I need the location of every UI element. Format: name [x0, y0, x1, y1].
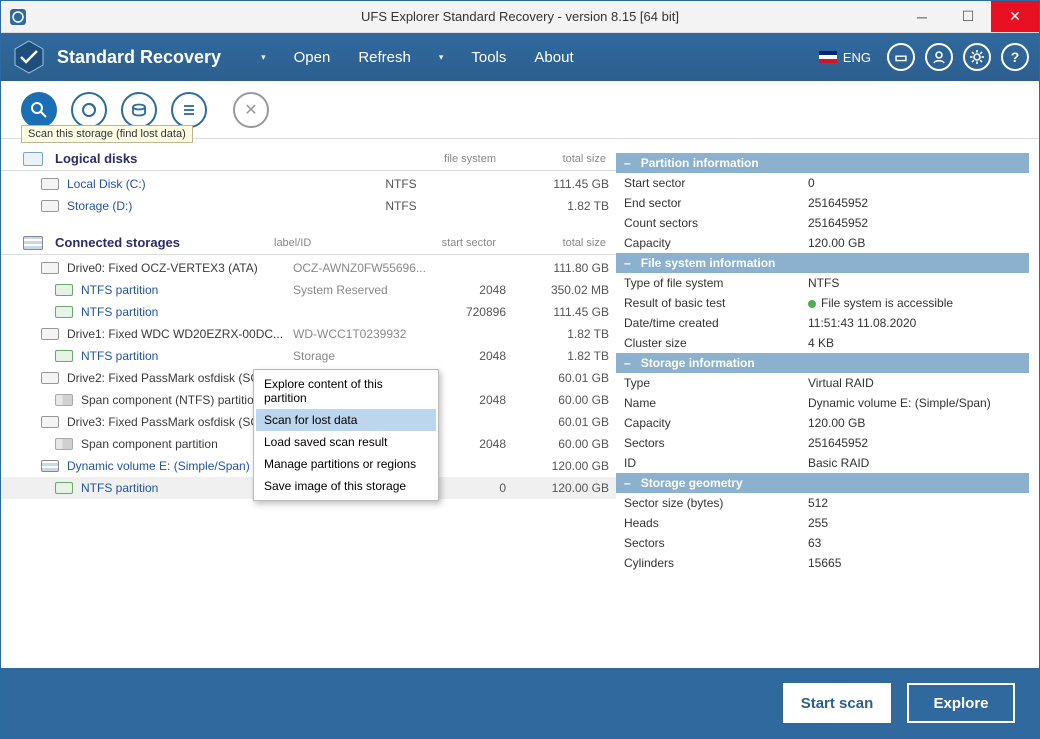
menu-about[interactable]: About	[534, 49, 573, 66]
info-section-header[interactable]: –Storage geometry	[616, 473, 1029, 493]
part-icon	[55, 482, 73, 494]
volume-icon	[41, 178, 59, 190]
info-section-header[interactable]: –File system information	[616, 253, 1029, 273]
info-row: Cylinders15665	[616, 553, 1029, 573]
info-section-header[interactable]: –Storage information	[616, 353, 1029, 373]
flag-icon	[819, 51, 837, 63]
brand-logo-icon	[11, 39, 47, 75]
card-icon[interactable]: ▭	[887, 43, 915, 71]
collapse-icon: –	[624, 476, 631, 490]
brand-title: Standard Recovery	[57, 47, 221, 68]
info-row: Result of basic testFile system is acces…	[616, 293, 1029, 313]
start-scan-button[interactable]: Start scan	[783, 683, 891, 723]
logical-disk-row[interactable]: Local Disk (C:) NTFS 111.45 GB	[1, 173, 616, 195]
part-icon	[55, 306, 73, 318]
info-row: Sectors63	[616, 533, 1029, 553]
window-title: UFS Explorer Standard Recovery - version…	[1, 9, 1039, 24]
info-section-header[interactable]: –Partition information	[616, 153, 1029, 173]
language-code: ENG	[843, 50, 871, 65]
drive-icon	[41, 262, 59, 274]
drive-row[interactable]: Drive0: Fixed OCZ-VERTEX3 (ATA) OCZ-AWNZ…	[1, 257, 616, 279]
context-menu-item[interactable]: Explore content of this partition	[256, 373, 436, 409]
context-menu-item[interactable]: Scan for lost data	[256, 409, 436, 431]
info-row: Type of file systemNTFS	[616, 273, 1029, 293]
menu-refresh[interactable]: Refresh	[358, 49, 411, 66]
user-icon[interactable]	[925, 43, 953, 71]
gear-icon[interactable]	[963, 43, 991, 71]
list-view-button[interactable]	[171, 92, 207, 128]
info-row: Date/time created11:51:43 11.08.2020	[616, 313, 1029, 333]
info-row: Capacity120.00 GB	[616, 233, 1029, 253]
logical-disks-header: Logical disks file system total size	[1, 145, 616, 171]
caret-tools-icon: ▾	[439, 52, 444, 63]
part-icon	[55, 284, 73, 296]
collapse-icon: –	[624, 356, 631, 370]
drive-icon	[41, 328, 59, 340]
info-row: NameDynamic volume E: (Simple/Span)	[616, 393, 1029, 413]
info-row: Count sectors251645952	[616, 213, 1029, 233]
clear-button[interactable]: ✕	[233, 92, 269, 128]
explore-button[interactable]: Explore	[907, 683, 1015, 723]
info-row: Sectors251645952	[616, 433, 1029, 453]
status-ok-icon	[808, 300, 816, 308]
partition-row[interactable]: NTFS partition System Reserved 2048 350.…	[1, 279, 616, 301]
info-row: TypeVirtual RAID	[616, 373, 1029, 393]
info-row: End sector251645952	[616, 193, 1029, 213]
info-row: Capacity120.00 GB	[616, 413, 1029, 433]
context-menu-item[interactable]: Manage partitions or regions	[256, 453, 436, 475]
info-row: IDBasic RAID	[616, 453, 1029, 473]
app-icon	[9, 8, 27, 26]
raid-builder-button[interactable]	[71, 92, 107, 128]
minimize-button[interactable]: ─	[899, 1, 945, 32]
partition-row[interactable]: NTFS partition 720896 111.45 GB	[1, 301, 616, 323]
drive-icon	[41, 372, 59, 384]
help-icon[interactable]: ?	[1001, 43, 1029, 71]
scan-tooltip: Scan this storage (find lost data)	[21, 125, 193, 143]
storage-tree: Logical disks file system total size Loc…	[1, 139, 616, 668]
storages-icon	[23, 236, 43, 250]
header-bar: Standard Recovery ▾ Open Refresh ▾ Tools…	[1, 33, 1039, 81]
open-image-button[interactable]	[121, 92, 157, 128]
menu-tools[interactable]: Tools	[471, 49, 506, 66]
disk-icon	[23, 152, 43, 166]
info-row: Cluster size4 KB	[616, 333, 1029, 353]
span-icon	[55, 438, 73, 450]
caret-open-icon: ▾	[261, 52, 266, 63]
maximize-button[interactable]: ☐	[945, 1, 991, 32]
titlebar: UFS Explorer Standard Recovery - version…	[1, 1, 1039, 33]
span-icon	[55, 394, 73, 406]
drive-icon	[41, 416, 59, 428]
drive-row[interactable]: Drive1: Fixed WDC WD20EZRX-00DC... WD-WC…	[1, 323, 616, 345]
info-row: Start sector0	[616, 173, 1029, 193]
info-row: Heads255	[616, 513, 1029, 533]
collapse-icon: –	[624, 256, 631, 270]
part-icon	[55, 350, 73, 362]
context-menu-item[interactable]: Load saved scan result	[256, 431, 436, 453]
partition-row[interactable]: NTFS partition Storage 2048 1.82 TB	[1, 345, 616, 367]
scan-storage-button[interactable]	[21, 92, 57, 128]
footer-bar: Start scan Explore	[1, 668, 1039, 738]
language-selector[interactable]: ENG	[819, 50, 871, 65]
collapse-icon: –	[624, 156, 631, 170]
dyn-icon	[41, 460, 59, 472]
toolbar: ✕ Scan this storage (find lost data)	[1, 81, 1039, 139]
connected-storages-header: Connected storages label/ID start sector…	[1, 229, 616, 255]
menu-open[interactable]: Open	[294, 49, 331, 66]
context-menu-item[interactable]: Save image of this storage	[256, 475, 436, 497]
context-menu: Explore content of this partitionScan fo…	[253, 369, 439, 501]
info-panel: –Partition informationStart sector0End s…	[616, 139, 1039, 668]
info-row: Sector size (bytes)512	[616, 493, 1029, 513]
close-button[interactable]: ✕	[991, 1, 1039, 32]
logical-disk-row[interactable]: Storage (D:) NTFS 1.82 TB	[1, 195, 616, 217]
volume-icon	[41, 200, 59, 212]
